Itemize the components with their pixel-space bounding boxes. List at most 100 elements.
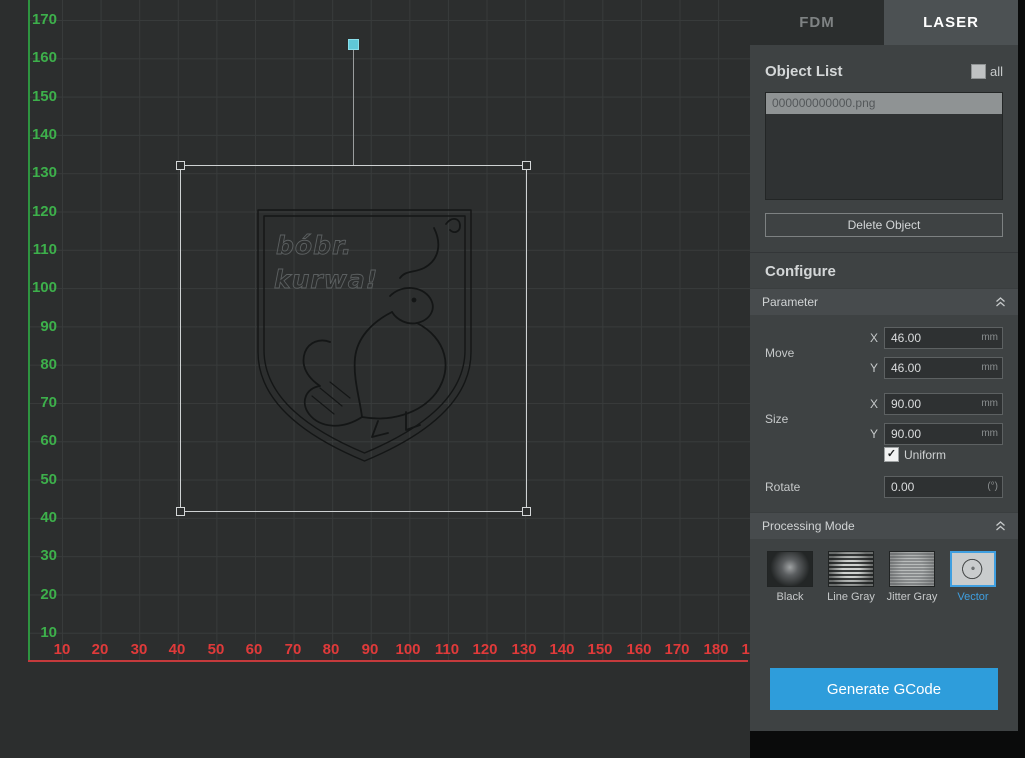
move-y-input[interactable] — [884, 357, 1003, 379]
engraving-artwork: bóbr. kurwa! — [238, 200, 491, 485]
y-axis-label: 90 — [10, 318, 57, 336]
x-axis-label: 40 — [157, 641, 197, 659]
y-axis-label: 140 — [10, 126, 57, 144]
selection-handle-bottom-right[interactable] — [522, 507, 531, 516]
y-axis-label: 100 — [10, 279, 57, 297]
x-axis-label: 10 — [42, 641, 82, 659]
mode-vector-thumbnail[interactable] — [950, 551, 996, 587]
x-axis-label: 140 — [542, 641, 582, 659]
artwork-text-line2: kurwa! — [274, 265, 378, 294]
processing-mode-section-header[interactable]: Processing Mode — [750, 512, 1018, 539]
mode-line-gray-label: Line Gray — [827, 591, 875, 603]
y-axis-label: 20 — [10, 586, 57, 604]
tab-laser[interactable]: LASER — [884, 0, 1018, 45]
processing-mode-header-label: Processing Mode — [762, 519, 995, 533]
generate-gcode-button[interactable]: Generate GCode — [770, 668, 998, 710]
rotate-label: Rotate — [765, 476, 884, 498]
x-axis-label: 180 — [696, 641, 736, 659]
y-axis-label: 110 — [10, 241, 57, 259]
size-x-label: X — [866, 397, 878, 411]
processing-mode-options: Black Line Gray Jitter Gray Vector — [750, 539, 1018, 607]
mode-black-label: Black — [777, 591, 804, 603]
x-axis-label: 30 — [119, 641, 159, 659]
mode-line-gray[interactable]: Line Gray — [826, 551, 876, 607]
move-y-label: Y — [866, 361, 878, 375]
mode-jitter-gray-thumbnail[interactable] — [889, 551, 935, 587]
size-y-input[interactable] — [884, 423, 1003, 445]
x-axis-label: 110 — [427, 641, 467, 659]
window-edge-right — [1018, 0, 1025, 758]
x-axis-label: 190 — [734, 641, 750, 659]
object-list: 000000000000.png — [765, 92, 1003, 200]
mode-tabs: FDM LASER — [750, 0, 1018, 45]
mode-jitter-gray[interactable]: Jitter Gray — [887, 551, 937, 607]
move-group: Move X mm Y mm — [765, 327, 1003, 379]
x-axis-label: 70 — [273, 641, 313, 659]
object-list-title: Object List — [765, 63, 971, 80]
configure-title: Configure — [765, 263, 1003, 280]
collapse-icon[interactable] — [995, 297, 1006, 307]
mode-vector-label: Vector — [957, 591, 988, 603]
uniform-toggle[interactable]: ✓ Uniform — [884, 447, 1003, 462]
x-axis-label: 20 — [80, 641, 120, 659]
mode-black-thumbnail[interactable] — [767, 551, 813, 587]
divider — [750, 252, 1018, 253]
move-x-input[interactable] — [884, 327, 1003, 349]
x-axis-label: 60 — [234, 641, 274, 659]
mode-vector[interactable]: Vector — [948, 551, 998, 607]
x-axis-label: 80 — [311, 641, 351, 659]
list-item[interactable]: 000000000000.png — [766, 93, 1002, 114]
y-axis-label: 50 — [10, 471, 57, 489]
x-axis-label: 50 — [196, 641, 236, 659]
size-label: Size — [765, 393, 866, 445]
x-axis-label: 90 — [350, 641, 390, 659]
y-axis-label: 10 — [10, 624, 57, 642]
uniform-checkbox[interactable]: ✓ — [884, 447, 899, 462]
x-axis-label: 130 — [504, 641, 544, 659]
y-axis-label: 120 — [10, 203, 57, 221]
rotation-handle[interactable] — [348, 39, 359, 50]
size-x-input[interactable] — [884, 393, 1003, 415]
x-axis-label: 170 — [657, 641, 697, 659]
y-axis-label: 30 — [10, 547, 57, 565]
x-axis-label: 120 — [465, 641, 505, 659]
tab-fdm[interactable]: FDM — [750, 0, 884, 45]
side-panel: FDM LASER Object List all 000000000000.p… — [750, 0, 1018, 731]
select-all-checkbox[interactable] — [971, 64, 986, 79]
move-x-label: X — [866, 331, 878, 345]
selection-handle-top-left[interactable] — [176, 161, 185, 170]
y-axis-label: 170 — [10, 11, 57, 29]
x-axis-label: 150 — [580, 641, 620, 659]
selected-object[interactable]: bóbr. kurwa! — [180, 165, 527, 512]
mode-line-gray-thumbnail[interactable] — [828, 551, 874, 587]
mode-black[interactable]: Black — [765, 551, 815, 607]
delete-object-button[interactable]: Delete Object — [765, 213, 1003, 237]
collapse-icon[interactable] — [995, 521, 1006, 531]
artwork-text-line1: bóbr. — [276, 231, 352, 260]
y-axis-label: 80 — [10, 356, 57, 374]
parameter-section-header[interactable]: Parameter — [750, 288, 1018, 315]
x-axis-label: 160 — [619, 641, 659, 659]
y-axis-label: 160 — [10, 49, 57, 67]
workspace-canvas[interactable]: 170 160 150 140 130 120 110 100 90 80 70… — [0, 0, 750, 758]
move-label: Move — [765, 327, 866, 379]
size-group: Size X mm Y mm — [765, 393, 1003, 445]
select-all-label: all — [990, 64, 1003, 79]
y-axis-label: 60 — [10, 432, 57, 450]
parameter-body: Move X mm Y mm — [750, 315, 1018, 512]
mode-jitter-gray-label: Jitter Gray — [887, 591, 938, 603]
application-window: 170 160 150 140 130 120 110 100 90 80 70… — [0, 0, 1025, 758]
x-axis-label: 100 — [388, 641, 428, 659]
uniform-label: Uniform — [904, 448, 946, 462]
rotate-group: Rotate (°) — [765, 476, 1003, 498]
selection-handle-bottom-left[interactable] — [176, 507, 185, 516]
window-edge-bottom — [750, 731, 1025, 758]
y-axis-label: 70 — [10, 394, 57, 412]
x-axis-line — [28, 660, 748, 662]
rotate-input[interactable] — [884, 476, 1003, 498]
rotation-connector-line — [353, 50, 354, 165]
y-axis-label: 130 — [10, 164, 57, 182]
size-y-label: Y — [866, 427, 878, 441]
parameter-header-label: Parameter — [762, 295, 995, 309]
selection-handle-top-right[interactable] — [522, 161, 531, 170]
